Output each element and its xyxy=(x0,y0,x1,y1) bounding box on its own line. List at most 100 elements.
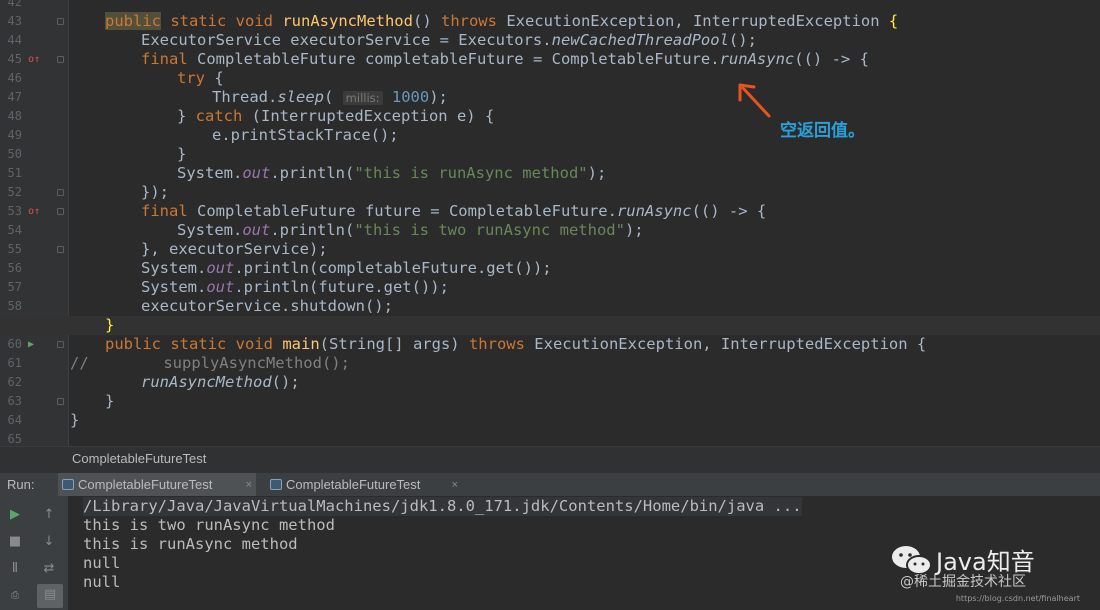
watermark-subtitle: @稀土掘金技术社区 xyxy=(900,574,1026,590)
number-literal: 1000 xyxy=(382,88,430,106)
code-line-62[interactable]: runAsyncMethod(); xyxy=(0,373,1100,392)
pause-icon[interactable]: Ⅱ xyxy=(4,558,26,580)
code-line-61[interactable]: // supplyAsyncMethod(); xyxy=(0,354,1100,373)
code-text: .println(future.get()); xyxy=(234,278,449,296)
code-line-57[interactable]: System.out.println(future.get()); xyxy=(0,278,1100,297)
close-icon[interactable]: × xyxy=(452,473,458,497)
code-line-47[interactable]: Thread.sleep( millis: 1000); xyxy=(0,88,1100,107)
code-text: (); xyxy=(728,31,757,49)
parameter-hint: millis: xyxy=(342,91,383,105)
keyword: public xyxy=(105,12,161,30)
code-text: ExecutionException, InterruptedException… xyxy=(524,335,927,353)
static-field: out xyxy=(206,278,235,296)
code-text: }, executorService); xyxy=(141,240,328,258)
stop-icon[interactable]: ■ xyxy=(4,531,26,553)
run-icon[interactable]: ▶ xyxy=(4,504,26,526)
print-icon[interactable]: ⎙ xyxy=(4,585,26,607)
code-line-55[interactable]: }, executorService); xyxy=(0,240,1100,259)
code-line-48[interactable]: } catch (InterruptedException e) { xyxy=(0,107,1100,126)
code-text: (() -> { xyxy=(691,202,767,220)
code-line-64[interactable]: } xyxy=(0,411,1100,430)
code-line-43[interactable]: public static void runAsyncMethod() thro… xyxy=(0,12,1100,31)
code-text: .println( xyxy=(270,221,355,239)
code-text: } xyxy=(177,145,187,163)
close-icon[interactable]: × xyxy=(246,473,252,497)
code-text: System. xyxy=(177,221,243,239)
watermark: Java知音 @稀土掘金技术社区 https://blog.csdn.net/f… xyxy=(890,538,1080,610)
code-text: System. xyxy=(141,259,207,277)
keyword: final xyxy=(141,50,188,68)
code-text: System. xyxy=(177,164,243,182)
run-label: Run: xyxy=(7,477,35,492)
code-text: .println( xyxy=(270,164,355,182)
static-field: out xyxy=(206,259,235,277)
keyword: throws xyxy=(468,335,525,353)
line-comment: // supplyAsyncMethod(); xyxy=(70,354,350,372)
code-text: ); xyxy=(429,88,448,106)
string-literal: "this is runAsync method" xyxy=(354,164,588,182)
static-method: runAsync xyxy=(719,50,795,68)
code-line-53[interactable]: final CompletableFuture future = Complet… xyxy=(0,202,1100,221)
code-text: } xyxy=(70,411,80,429)
code-text: (String[] args) xyxy=(319,335,469,353)
code-text: CompletableFuture future = CompletableFu… xyxy=(187,202,617,220)
annotation-label: 空返回值。 xyxy=(780,121,865,141)
run-config-icon xyxy=(270,479,282,490)
code-line-56[interactable]: System.out.println(completableFuture.get… xyxy=(0,259,1100,278)
string-literal: "this is two runAsync method" xyxy=(354,221,625,239)
static-method: sleep xyxy=(277,88,324,106)
code-text: System. xyxy=(141,278,207,296)
gutter-row[interactable]: 65 xyxy=(0,430,68,446)
code-line-52[interactable]: }); xyxy=(0,183,1100,202)
code-line-54[interactable]: System.out.println("this is two runAsync… xyxy=(0,221,1100,240)
code-text: ); xyxy=(587,164,607,182)
code-line-51[interactable]: System.out.println("this is runAsync met… xyxy=(0,164,1100,183)
code-text: } xyxy=(177,107,196,125)
breadcrumb[interactable]: CompletableFutureTest xyxy=(0,446,1100,472)
code-text: }); xyxy=(141,183,169,201)
code-text: (() -> { xyxy=(794,50,869,68)
gutter-row[interactable]: 42 xyxy=(0,0,68,12)
code-line-59[interactable]: } xyxy=(0,316,1100,335)
static-field: out xyxy=(242,164,271,182)
keyword: static void xyxy=(161,12,283,30)
code-text: ExecutorService executorService = Execut… xyxy=(141,31,552,49)
static-method: newCachedThreadPool xyxy=(551,31,729,49)
soft-wrap-icon[interactable]: ⇄ xyxy=(38,558,60,580)
code-line-44[interactable]: ExecutorService executorService = Execut… xyxy=(0,31,1100,50)
method-name: runAsyncMethod xyxy=(282,12,413,30)
restore-layout-icon[interactable]: ▤ xyxy=(37,584,63,608)
run-tab-1[interactable]: CompletableFutureTest × xyxy=(58,473,256,497)
code-editor[interactable]: 42434445o↑4647484950515253o↑545556575859… xyxy=(0,0,1100,446)
matched-brace: { xyxy=(888,12,899,30)
scroll-down-icon[interactable]: ↓ xyxy=(38,531,60,553)
code-text: ExecutionException, InterruptedException xyxy=(496,12,889,30)
code-text: (InterruptedException e) { xyxy=(242,107,495,125)
code-line-50[interactable]: } xyxy=(0,145,1100,164)
code-line-58[interactable]: executorService.shutdown(); xyxy=(0,297,1100,316)
breadcrumb-class[interactable]: CompletableFutureTest xyxy=(72,451,206,466)
code-line-46[interactable]: try { xyxy=(0,69,1100,88)
annotation-arrow-icon xyxy=(738,83,771,118)
keyword: final xyxy=(141,202,188,220)
code-text: } xyxy=(105,392,115,410)
matched-brace: } xyxy=(105,316,115,334)
code-line-60[interactable]: public static void main(String[] args) t… xyxy=(0,335,1100,354)
console-command-line: /Library/Java/JavaVirtualMachines/jdk1.8… xyxy=(83,497,802,516)
run-tab-label: CompletableFutureTest xyxy=(78,477,213,492)
method-name: main xyxy=(282,335,320,353)
console-output-line: this is two runAsync method xyxy=(83,516,335,534)
scroll-up-icon[interactable]: ↑ xyxy=(38,504,60,526)
code-line-45[interactable]: final CompletableFuture completableFutur… xyxy=(0,50,1100,69)
console-output-line: this is runAsync method xyxy=(83,535,298,553)
code-text: (); xyxy=(271,373,300,391)
keyword: static void xyxy=(161,335,283,353)
code-text: Thread. xyxy=(212,88,278,106)
code-text: executorService.shutdown(); xyxy=(141,297,393,315)
run-tab-2[interactable]: CompletableFutureTest × xyxy=(266,473,462,497)
code-line-63[interactable]: } xyxy=(0,392,1100,411)
code-line-49[interactable]: e.printStackTrace(); xyxy=(0,126,1100,145)
console-output-line: null xyxy=(83,573,121,591)
static-field: out xyxy=(242,221,271,239)
watermark-url: https://blog.csdn.net/finalheart xyxy=(955,594,1080,603)
